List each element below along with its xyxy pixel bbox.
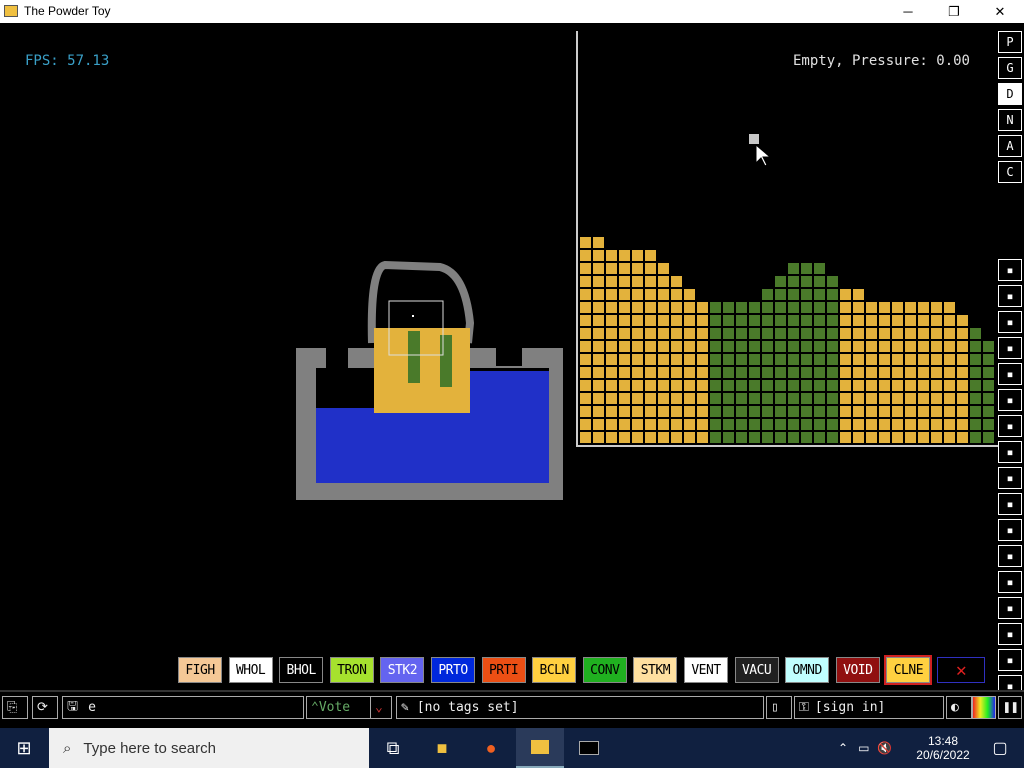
element-conv-button[interactable]: CONV — [582, 657, 627, 683]
clock[interactable]: 13:48 20/6/2022 — [912, 728, 974, 768]
firefox-icon[interactable]: ● — [467, 728, 515, 768]
category-nuclear-button[interactable]: N — [998, 109, 1022, 131]
plug-icon[interactable]: ▪ — [998, 285, 1022, 307]
chevron-up-icon[interactable]: ⌃ — [838, 741, 848, 755]
element-stkm-button[interactable]: STKM — [633, 657, 678, 683]
vote-label: Vote — [318, 700, 351, 715]
upvote-icon: ⌃ — [311, 700, 319, 715]
start-icon[interactable]: ⊞ — [0, 728, 48, 768]
powder-toy-task-icon[interactable] — [516, 728, 564, 768]
bulb-icon[interactable]: ▪ — [998, 597, 1022, 619]
search-icon: ⌕ — [63, 739, 72, 757]
key-icon: ⚿ — [799, 700, 809, 715]
sign-in-label: [sign in] — [814, 700, 886, 715]
network-icon[interactable]: ▭ — [858, 741, 869, 755]
radiation-icon[interactable]: ▪ — [998, 519, 1022, 541]
pencil-icon[interactable]: ▪ — [998, 415, 1022, 437]
keyboard-icon[interactable]: ▪ — [998, 259, 1022, 281]
category-decoration-button[interactable]: D — [998, 83, 1022, 105]
system-tray: ⌃ ▭ 🔇 — [838, 728, 892, 768]
reload-icon[interactable]: ⟳ — [32, 696, 58, 719]
flask-icon[interactable]: ▪ — [998, 467, 1022, 489]
simulation-canvas[interactable]: FPS: 57.13 Empty, Pressure: 0.00 P G D N A C ▪… — [0, 23, 1024, 697]
spray-icon[interactable]: ▪ — [998, 389, 1022, 411]
particle-pile — [580, 237, 994, 443]
open-save-icon[interactable]: ⎘ — [2, 696, 28, 719]
tag-icon: ✎ — [401, 700, 409, 715]
search-placeholder: Type here to search — [83, 739, 216, 757]
taskbar-search[interactable]: ⌕ Type here to search — [49, 728, 369, 768]
element-stk2-button[interactable]: STK2 — [380, 657, 425, 683]
terminal-icon[interactable] — [565, 728, 613, 768]
element-clne-button[interactable]: CLNE — [884, 655, 933, 685]
save-name-input[interactable]: 🖫 e — [62, 696, 304, 719]
title-bar: The Powder Toy ─ ❐ ✕ — [0, 0, 1024, 23]
category-custom-button[interactable]: C — [998, 161, 1022, 183]
app-icon — [4, 5, 18, 17]
element-figh-button[interactable]: FIGH — [178, 657, 222, 683]
save-icon: 🖫 — [67, 698, 79, 714]
maximize-button[interactable]: ❐ — [931, 0, 977, 23]
sign-in-button[interactable]: ⚿ [sign in] — [794, 696, 944, 719]
element-whol-button[interactable]: WHOL — [228, 657, 273, 683]
pause-icon[interactable]: ❚❚ — [998, 696, 1022, 719]
power-icon[interactable]: ▪ — [998, 311, 1022, 333]
clock-time: 13:48 — [927, 734, 959, 748]
square-icon[interactable]: ▪ — [998, 493, 1022, 515]
element-tron-button[interactable]: TRON — [329, 657, 374, 683]
display-mode-icon[interactable] — [972, 696, 996, 719]
tags-button[interactable]: ✎ [no tags set] — [396, 696, 764, 719]
category-alternate-button[interactable]: A — [998, 135, 1022, 157]
tags-label: [no tags set] — [416, 700, 519, 715]
notifications-icon[interactable]: ▢ — [976, 728, 1024, 768]
new-file-icon[interactable]: ▯ — [766, 696, 792, 719]
clock-date: 20/6/2022 — [916, 748, 970, 762]
arrows-icon[interactable]: ▪ — [998, 363, 1022, 385]
volume-icon[interactable]: 🔇 — [877, 741, 892, 755]
category-powders-button[interactable]: P — [998, 31, 1022, 53]
hammer-icon[interactable]: ▪ — [998, 649, 1022, 671]
drop-icon[interactable]: ▪ — [998, 441, 1022, 463]
close-button[interactable]: ✕ — [977, 0, 1023, 23]
particle-scene — [296, 31, 998, 500]
file-explorer-icon[interactable]: ■ — [418, 728, 466, 768]
element-vent-button[interactable]: VENT — [684, 657, 728, 683]
save-name-text: e — [88, 700, 96, 715]
downvote-icon[interactable]: ⌄ — [370, 696, 392, 719]
gauge-icon[interactable]: ▪ — [998, 337, 1022, 359]
windows-taskbar: ⊞ ⌕ Type here to search ⧉ ■ ● ⌃ ▭ 🔇 13:4… — [0, 728, 1024, 768]
element-bcln-button[interactable]: BCLN — [532, 657, 577, 683]
element-prti-button[interactable]: PRTI — [481, 657, 526, 683]
element-bhol-button[interactable]: BHOL — [279, 657, 324, 683]
bookmark-icon[interactable]: ▪ — [998, 623, 1022, 645]
dots-icon[interactable]: ▪ — [998, 571, 1022, 593]
clear-selection-close-icon[interactable]: ✕ — [937, 657, 985, 683]
minimize-button[interactable]: ─ — [885, 0, 931, 23]
element-omnd-button[interactable]: OMND — [785, 657, 830, 683]
window-title: The Powder Toy — [24, 4, 111, 18]
bottom-bar: ⎘ ⟳ 🖫 e ⌃ Vote ⌄ ✎ [no tags set] ▯ ⚿ [sign … — [0, 690, 1024, 722]
task-view-icon[interactable]: ⧉ — [369, 728, 417, 768]
render-options-icon[interactable]: ◐ — [946, 696, 972, 719]
star-icon[interactable]: ▪ — [998, 545, 1022, 567]
element-prto-button[interactable]: PRTO — [431, 657, 475, 683]
element-void-button[interactable]: VOID — [835, 657, 880, 683]
category-gases-button[interactable]: G — [998, 57, 1022, 79]
element-vacu-button[interactable]: VACU — [734, 657, 779, 683]
